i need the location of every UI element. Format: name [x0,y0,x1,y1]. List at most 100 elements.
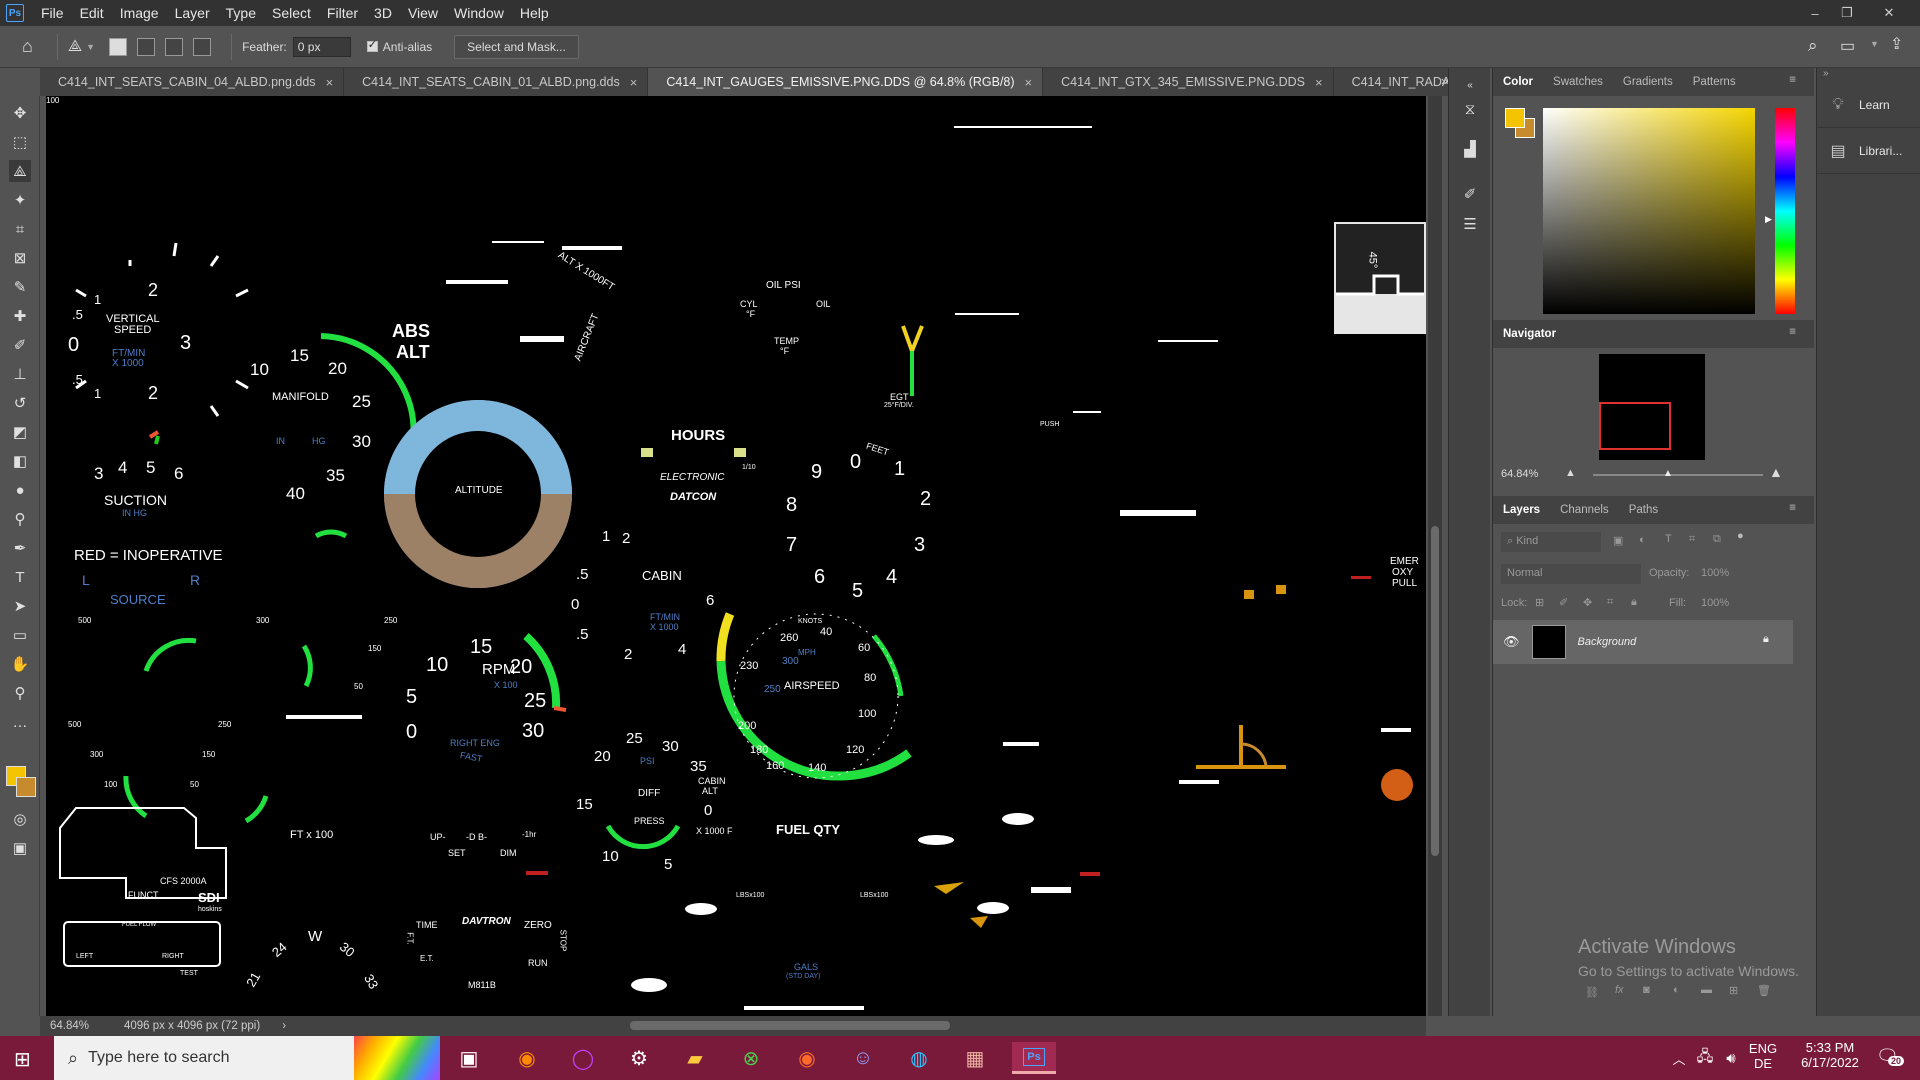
panel-menu-icon[interactable]: ≡ [1779,74,1806,86]
winrar-icon[interactable]: ▦ [958,1042,992,1074]
frame-tool-icon[interactable]: ⊠ [9,247,31,269]
crop-tool-icon[interactable]: ⌗ [9,218,31,240]
type-tool-icon[interactable]: T [9,566,31,588]
menu-layer[interactable]: Layer [167,5,218,21]
close-icon[interactable]: × [326,75,334,90]
history-brush-tool-icon[interactable]: ↺ [9,392,31,414]
new-adjustment-icon[interactable]: ◐ [1673,984,1680,996]
hand-tool-icon[interactable]: ✋ [9,653,31,675]
close-icon[interactable]: × [1025,75,1033,90]
feather-input[interactable]: 0 px [292,36,351,57]
lock-transparent-icon[interactable]: ⊞ [1535,596,1544,609]
task-view-icon[interactable]: ▣ [452,1042,486,1074]
menu-window[interactable]: Window [446,5,512,21]
tab-color[interactable]: Color [1493,76,1543,88]
menu-3d[interactable]: 3D [366,5,400,21]
close-icon[interactable]: × [630,75,638,90]
path-selection-tool-icon[interactable]: ➤ [9,595,31,617]
canvas-horizontal-scrollbar[interactable] [630,1021,950,1030]
menu-view[interactable]: View [400,5,446,21]
zoom-tool-icon[interactable]: ⚲ [9,682,31,704]
clone-stamp-tool-icon[interactable]: ⊥ [9,363,31,385]
intersect-selection-icon[interactable] [193,37,212,56]
language-indicator[interactable]: ENG DE [1746,1041,1780,1071]
layer-name[interactable]: Background [1578,636,1637,648]
lock-all-icon[interactable]: 🔒︎ [1631,596,1637,609]
search-icon[interactable]: ⌕ [1808,36,1818,56]
document-canvas[interactable]: VERTICAL SPEED FT/MIN X 1000 2 1 .5 0 3 … [46,96,1426,1016]
menu-help[interactable]: Help [512,5,557,21]
layer-filter-kind[interactable]: ⌕ Kind [1501,532,1601,552]
screen-mode-icon[interactable]: ▣ [9,837,31,859]
zoom-in-icon[interactable]: ▲ [1769,464,1783,480]
windows-start-icon[interactable]: ⊞ [14,1047,31,1072]
menu-select[interactable]: Select [264,5,319,21]
cortana-icon[interactable]: ◯ [566,1042,600,1074]
link-layers-icon[interactable]: ⛓︎ [1585,986,1599,999]
new-selection-icon[interactable] [109,37,128,56]
add-mask-icon[interactable]: ◙ [1643,984,1650,996]
move-tool-icon[interactable]: ✥ [9,102,31,124]
menu-file[interactable]: File [33,5,72,21]
lock-icon[interactable]: 🔒︎ [1763,633,1769,646]
filter-adjustment-icon[interactable]: ◐ [1639,534,1646,546]
panel-menu-icon[interactable]: ≡ [1779,326,1806,338]
navigator-thumbnail[interactable] [1599,354,1705,460]
filter-type-icon[interactable]: T [1665,533,1672,545]
close-icon[interactable]: ✕ [1874,0,1904,26]
navigator-zoom-slider[interactable] [1593,474,1763,476]
color-foreground-swatch[interactable] [1505,108,1525,128]
menu-type[interactable]: Type [218,5,264,21]
menu-image[interactable]: Image [112,5,167,21]
photoshop-taskbar-icon[interactable]: Ps [1012,1042,1056,1074]
polygonal-lasso-icon[interactable]: ⟁ [68,38,82,56]
gradient-tool-icon[interactable]: ◧ [9,450,31,472]
double-chevron-icon[interactable]: » [1817,68,1920,82]
libraries-item[interactable]: ▤ Librari... [1817,128,1920,174]
filter-shape-icon[interactable]: ⌗ [1689,533,1695,546]
firefox-icon[interactable]: ◉ [510,1042,544,1074]
brush-settings-icon[interactable]: ✐ [1459,183,1481,205]
eye-icon[interactable]: 👁︎ [1503,634,1520,650]
hue-slider-caret-icon[interactable]: ▶ [1765,214,1772,225]
lock-artboard-icon[interactable]: ⌗ [1607,596,1613,609]
xbox-icon[interactable]: ⊗ [734,1042,768,1074]
photoshop-logo-icon[interactable]: Ps [6,4,24,22]
zoom-out-icon[interactable]: ▲ [1565,467,1576,479]
restore-icon[interactable]: ❐ [1832,0,1862,26]
hue-slider[interactable] [1775,108,1795,314]
tab-channels[interactable]: Channels [1550,504,1619,516]
tab-gtx-345-emissive[interactable]: C414_INT_GTX_345_EMISSIVE.PNG.DDS × [1043,68,1334,96]
healing-brush-tool-icon[interactable]: ✚ [9,305,31,327]
new-group-icon[interactable]: ▬ [1701,984,1712,996]
menu-edit[interactable]: Edit [72,5,112,21]
tab-layers[interactable]: Layers [1493,504,1550,516]
minimize-icon[interactable]: – [1800,0,1830,26]
history-panel-icon[interactable]: ⧖ [1459,98,1481,120]
chevron-right-icon[interactable]: › [282,1020,286,1032]
filter-image-icon[interactable]: ▣ [1613,534,1623,547]
background-color-swatch[interactable] [16,777,36,797]
antialias-checkbox[interactable] [366,38,378,52]
panel-menu-icon[interactable]: ≡ [1779,502,1806,514]
tab-seats-cabin-01[interactable]: C414_INT_SEATS_CABIN_01_ALBD.png.dds × [344,68,649,96]
eraser-tool-icon[interactable]: ◩ [9,421,31,443]
canvas-vertical-scrollbar[interactable] [1428,96,1442,1016]
histogram-panel-icon[interactable]: ▟ [1459,138,1481,160]
opacity-value[interactable]: 100% [1701,567,1729,579]
tab-seats-cabin-04[interactable]: C414_INT_SEATS_CABIN_04_ALBD.png.dds × [40,68,345,96]
select-and-mask-button[interactable]: Select and Mask... [454,34,579,59]
adjustments-panel-icon[interactable]: ☰ [1459,213,1481,235]
menu-filter[interactable]: Filter [319,5,366,21]
more-tabs-icon[interactable]: » [1441,74,1448,88]
tab-gauges-emissive[interactable]: C414_INT_GAUGES_EMISSIVE.PNG.DDS @ 64.8%… [648,68,1044,96]
dodge-tool-icon[interactable]: ⚲ [9,508,31,530]
fill-value[interactable]: 100% [1701,597,1729,609]
slider-handle-icon[interactable]: ▲ [1663,468,1673,479]
tab-swatches[interactable]: Swatches [1543,76,1613,88]
navigator-zoom-value[interactable]: 64.84% [1501,468,1538,480]
learn-item[interactable]: 💡︎ Learn [1817,82,1920,128]
filter-toggle-icon[interactable]: ● [1737,530,1744,542]
close-icon[interactable]: × [1315,75,1323,90]
home-icon[interactable]: ⌂ [22,36,33,57]
